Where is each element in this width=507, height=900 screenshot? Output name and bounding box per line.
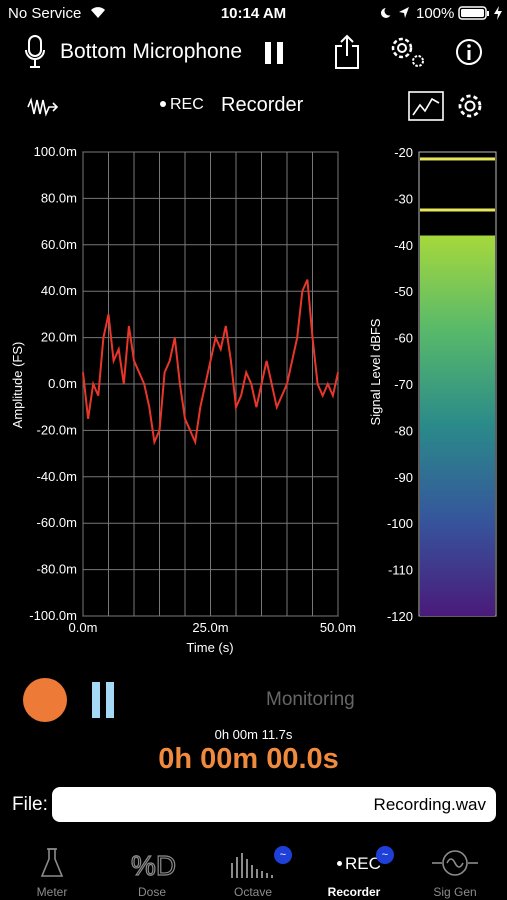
meter-tick-label: -120 xyxy=(387,609,413,624)
rec-dot-icon xyxy=(160,101,166,107)
recording-timer: 0h 00m 00.0s xyxy=(158,743,339,775)
tab-dose[interactable]: %D Dose xyxy=(107,845,197,900)
flask-icon xyxy=(40,848,64,877)
waveform-y-tick-label: -40.0m xyxy=(37,469,77,484)
waveform-x-tick-label: 25.0m xyxy=(192,620,228,635)
monitoring-status: Monitoring xyxy=(266,689,355,710)
meter-level-bar xyxy=(420,235,495,616)
file-label: File: xyxy=(12,794,48,815)
page-title: Recorder xyxy=(221,94,304,116)
level-meter: -20 -30 -40 -50 -60 -70 -80 -90 -100 -110 -120 Sig… xyxy=(368,145,497,624)
waveform-x-tick-label: 50.0m xyxy=(320,620,356,635)
signal-generator-icon xyxy=(432,850,478,876)
meter-tick-label: -40 xyxy=(394,238,413,253)
tab-recorder[interactable]: REC ~ Recorder xyxy=(309,845,399,900)
pause-icon[interactable] xyxy=(265,42,285,64)
info-icon[interactable] xyxy=(455,38,483,66)
waveform-y-tick-label: 20.0m xyxy=(41,330,77,345)
settings-gears-icon[interactable] xyxy=(388,34,428,70)
octave-bars-icon xyxy=(231,853,273,878)
tab-rec-dot-icon xyxy=(337,861,342,866)
input-source-label[interactable]: Bottom Microphone xyxy=(60,40,242,64)
pause-recording-button[interactable] xyxy=(92,682,116,718)
status-bar: No Service 10:14 AM 100% xyxy=(0,0,507,28)
meter-peak-marker xyxy=(420,208,495,212)
share-icon[interactable] xyxy=(334,34,360,70)
charging-icon xyxy=(494,6,502,20)
meter-tick-label: -90 xyxy=(394,470,413,485)
tab-dose-label: Dose xyxy=(137,885,166,899)
moon-icon xyxy=(381,7,392,18)
rec-badge: REC xyxy=(170,96,204,113)
waveform-y-tick-label: 40.0m xyxy=(41,283,77,298)
waveform-y-tick-label: -80.0m xyxy=(37,562,77,577)
svg-text:%D: %D xyxy=(131,850,176,881)
recorder-wave-badge-icon: ~ xyxy=(376,846,394,864)
battery-icon xyxy=(458,6,489,20)
meter-tick-label: -100 xyxy=(387,516,413,531)
meter-tick-label: -70 xyxy=(394,377,413,392)
tab-sig-gen[interactable]: Sig Gen xyxy=(410,845,500,900)
tab-meter[interactable]: Meter xyxy=(7,845,97,900)
waveform-y-tick-label: -20.0m xyxy=(37,422,77,437)
waveform-x-tick-label: 0.0m xyxy=(69,620,98,635)
meter-tick-label: -20 xyxy=(394,145,413,160)
tab-octave-label: Octave xyxy=(233,885,272,899)
microphone-icon[interactable] xyxy=(24,34,46,70)
meter-y-axis-label: Signal Level dBFS xyxy=(368,318,383,425)
meter-tick-label: -80 xyxy=(394,423,413,438)
tab-meter-label: Meter xyxy=(36,885,68,899)
graph-settings-icon[interactable] xyxy=(456,92,484,120)
tab-recorder-label: Recorder xyxy=(327,885,381,899)
meter-tick-label: -60 xyxy=(394,331,413,346)
waveform-y-tick-label: 100.0m xyxy=(34,144,77,159)
waveform-mode-icon[interactable] xyxy=(26,96,62,118)
meter-tick-label: -30 xyxy=(394,191,413,206)
waveform-y-tick-label: 0.0m xyxy=(48,376,77,391)
percent-d-icon: %D xyxy=(130,849,176,881)
graph-view-icon[interactable] xyxy=(408,91,444,121)
meter-tick-label: -110 xyxy=(388,563,413,578)
tab-octave[interactable]: ~ Octave xyxy=(208,845,298,900)
waveform-y-tick-label: -60.0m xyxy=(37,515,77,530)
waveform-y-tick-label: 80.0m xyxy=(41,190,77,205)
waveform-y-axis-label: Amplitude (FS) xyxy=(10,342,25,429)
battery-percent: 100% xyxy=(416,5,455,22)
meter-tick-label: -50 xyxy=(394,284,413,299)
file-name-input[interactable] xyxy=(52,787,496,822)
waveform-chart[interactable]: 100.0m 80.0m 60.0m 40.0m 20.0m 0.0m -20.0m -40.… xyxy=(0,140,370,670)
location-icon xyxy=(399,7,409,18)
octave-wave-badge-icon: ~ xyxy=(274,846,292,864)
waveform-x-axis-label: Time (s) xyxy=(186,640,233,655)
tab-sig-gen-label: Sig Gen xyxy=(433,885,477,899)
record-button[interactable] xyxy=(23,678,67,722)
waveform-y-tick-label: 60.0m xyxy=(41,237,77,252)
meter-peak-marker xyxy=(420,157,495,161)
elapsed-time: 0h 00m 11.7s xyxy=(214,727,293,742)
